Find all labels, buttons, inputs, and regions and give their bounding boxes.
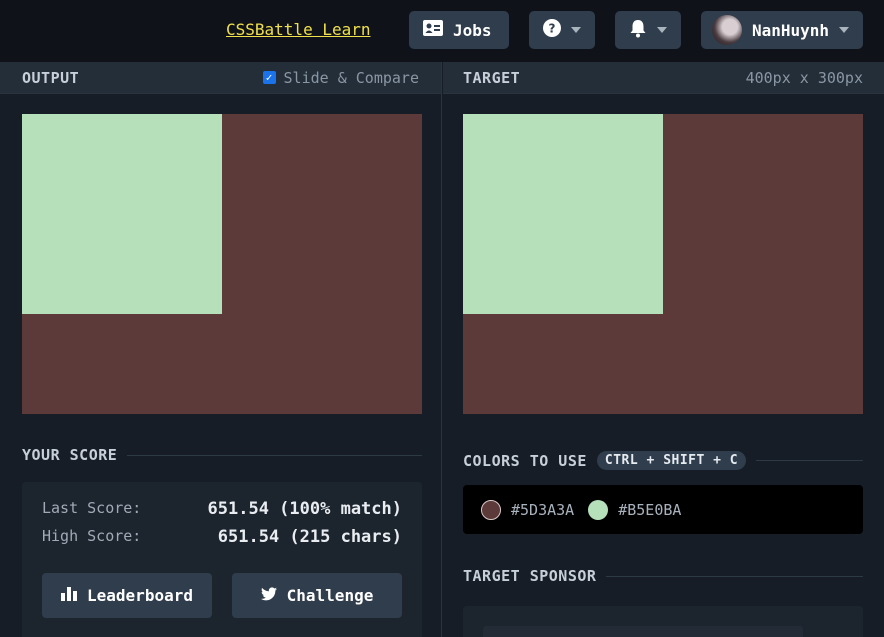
challenge-label: Challenge bbox=[286, 586, 374, 605]
target-size-label: 400px x 300px bbox=[745, 68, 863, 87]
chevron-down-icon bbox=[571, 27, 581, 33]
sponsor-box bbox=[463, 606, 863, 637]
leaderboard-button[interactable]: Leaderboard bbox=[42, 573, 212, 618]
challenge-button[interactable]: Challenge bbox=[232, 573, 402, 618]
username: NanHuynh bbox=[752, 20, 830, 40]
divider bbox=[756, 460, 863, 461]
chevron-down-icon bbox=[839, 27, 850, 33]
slide-compare-toggle[interactable]: ✓ Slide & Compare bbox=[262, 68, 419, 87]
checkbox-icon[interactable]: ✓ bbox=[262, 71, 276, 84]
your-score-heading: YOUR SCORE bbox=[22, 446, 422, 464]
jobs-button[interactable]: Jobs bbox=[409, 11, 509, 49]
last-score-row: Last Score: 651.54 (100% match) bbox=[42, 499, 402, 519]
color-hex: #B5E0BA bbox=[618, 500, 682, 519]
avatar bbox=[712, 15, 742, 45]
id-card-icon bbox=[423, 20, 443, 40]
output-header: OUTPUT ✓ Slide & Compare bbox=[0, 62, 441, 94]
color-chip[interactable]: #B5E0BA bbox=[588, 499, 682, 520]
divider bbox=[606, 575, 863, 577]
output-panel: OUTPUT ✓ Slide & Compare YOUR SCORE Last… bbox=[0, 62, 442, 637]
chevron-down-icon bbox=[657, 27, 667, 33]
score-box: Last Score: 651.54 (100% match) High Sco… bbox=[22, 482, 422, 637]
help-icon: ? bbox=[543, 19, 561, 41]
canvas-square bbox=[463, 114, 663, 314]
target-canvas[interactable] bbox=[463, 114, 863, 414]
target-panel: TARGET 400px x 300px COLORS TO USE CTRL … bbox=[443, 62, 884, 637]
colors-title: COLORS TO USE bbox=[463, 451, 587, 470]
divider bbox=[127, 454, 422, 456]
sponsor-placeholder bbox=[483, 626, 803, 637]
color-hex: #5D3A3A bbox=[511, 500, 575, 519]
colors-box: #5D3A3A #B5E0BA bbox=[463, 485, 863, 534]
color-swatch bbox=[588, 499, 609, 520]
color-swatch bbox=[481, 499, 501, 520]
top-bar: CSSBattle Learn Jobs ? NanHuynh bbox=[0, 0, 884, 62]
canvas-square bbox=[22, 114, 222, 314]
colors-heading: COLORS TO USE CTRL + SHIFT + C bbox=[463, 451, 863, 470]
last-score-label: Last Score: bbox=[42, 499, 142, 517]
bar-chart-icon bbox=[61, 586, 78, 605]
slide-compare-label: Slide & Compare bbox=[283, 68, 419, 87]
leaderboard-label: Leaderboard bbox=[87, 586, 193, 605]
color-chip[interactable]: #5D3A3A bbox=[481, 499, 575, 520]
last-score-value: 651.54 (100% match) bbox=[207, 499, 402, 519]
your-score-title: YOUR SCORE bbox=[22, 446, 118, 464]
sponsor-title: TARGET SPONSOR bbox=[463, 567, 597, 585]
notifications-button[interactable] bbox=[615, 11, 681, 49]
user-menu-button[interactable]: NanHuynh bbox=[701, 11, 863, 49]
twitter-icon bbox=[260, 586, 277, 605]
target-title: TARGET bbox=[463, 68, 521, 87]
bell-icon bbox=[629, 19, 647, 42]
copy-shortcut-badge: CTRL + SHIFT + C bbox=[596, 451, 747, 470]
jobs-label: Jobs bbox=[453, 20, 492, 40]
help-menu-button[interactable]: ? bbox=[529, 11, 595, 49]
high-score-row: High Score: 651.54 (215 chars) bbox=[42, 527, 402, 547]
target-header: TARGET 400px x 300px bbox=[443, 62, 884, 94]
sponsor-heading: TARGET SPONSOR bbox=[463, 567, 863, 585]
cssbattle-learn-link[interactable]: CSSBattle Learn bbox=[226, 20, 371, 39]
high-score-label: High Score: bbox=[42, 527, 142, 545]
svg-text:?: ? bbox=[549, 22, 556, 36]
high-score-value: 651.54 (215 chars) bbox=[217, 527, 402, 547]
output-title: OUTPUT bbox=[22, 68, 80, 87]
output-canvas[interactable] bbox=[22, 114, 422, 414]
